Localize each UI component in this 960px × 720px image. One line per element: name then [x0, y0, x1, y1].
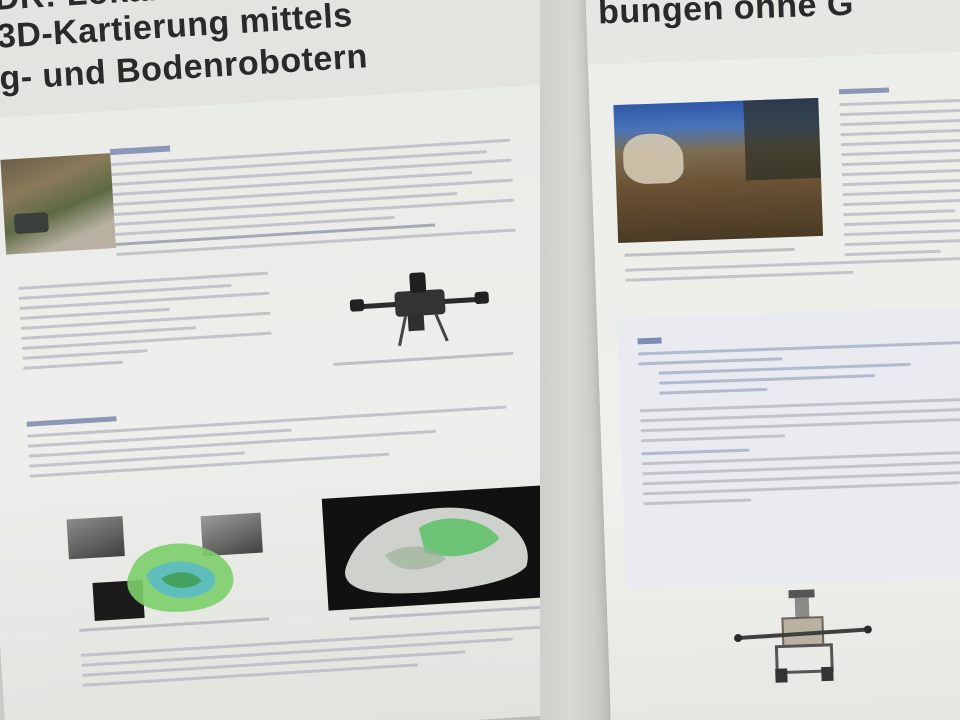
right-mid-text: [625, 255, 960, 289]
quadcopter-drone-icon: [349, 272, 489, 347]
reconstruction-render: [345, 507, 528, 594]
tree-shadow: [743, 97, 822, 181]
left-poster: DR: Lokalisie 3D-Kartierung mittels g- u…: [0, 0, 606, 720]
bottom-text-block: [80, 624, 563, 694]
field-photo: [0, 153, 117, 255]
photo-scene: DR: Lokalisie 3D-Kartierung mittels g- u…: [0, 0, 960, 720]
results-heading: [26, 416, 117, 427]
right-poster: bungen ohne G: [585, 0, 960, 720]
rock-formation: [622, 132, 685, 185]
outdoor-photo-caption: [624, 247, 795, 257]
pointcloud-map-icon: [127, 543, 234, 612]
section-heading: [109, 145, 171, 156]
right-section-heading: [838, 87, 890, 95]
3d-reconstruction-image: [321, 484, 564, 611]
left-column-text: [18, 271, 273, 377]
robot-in-field: [13, 212, 49, 235]
goals-text: [638, 339, 960, 512]
goals-heading: [637, 337, 662, 345]
right-top-text: [839, 97, 960, 263]
intro-text-block: [110, 138, 516, 263]
outdoor-photo: [613, 97, 824, 244]
thumbnail-photo-1: [66, 516, 125, 560]
ground-robot-icon: [734, 589, 872, 683]
